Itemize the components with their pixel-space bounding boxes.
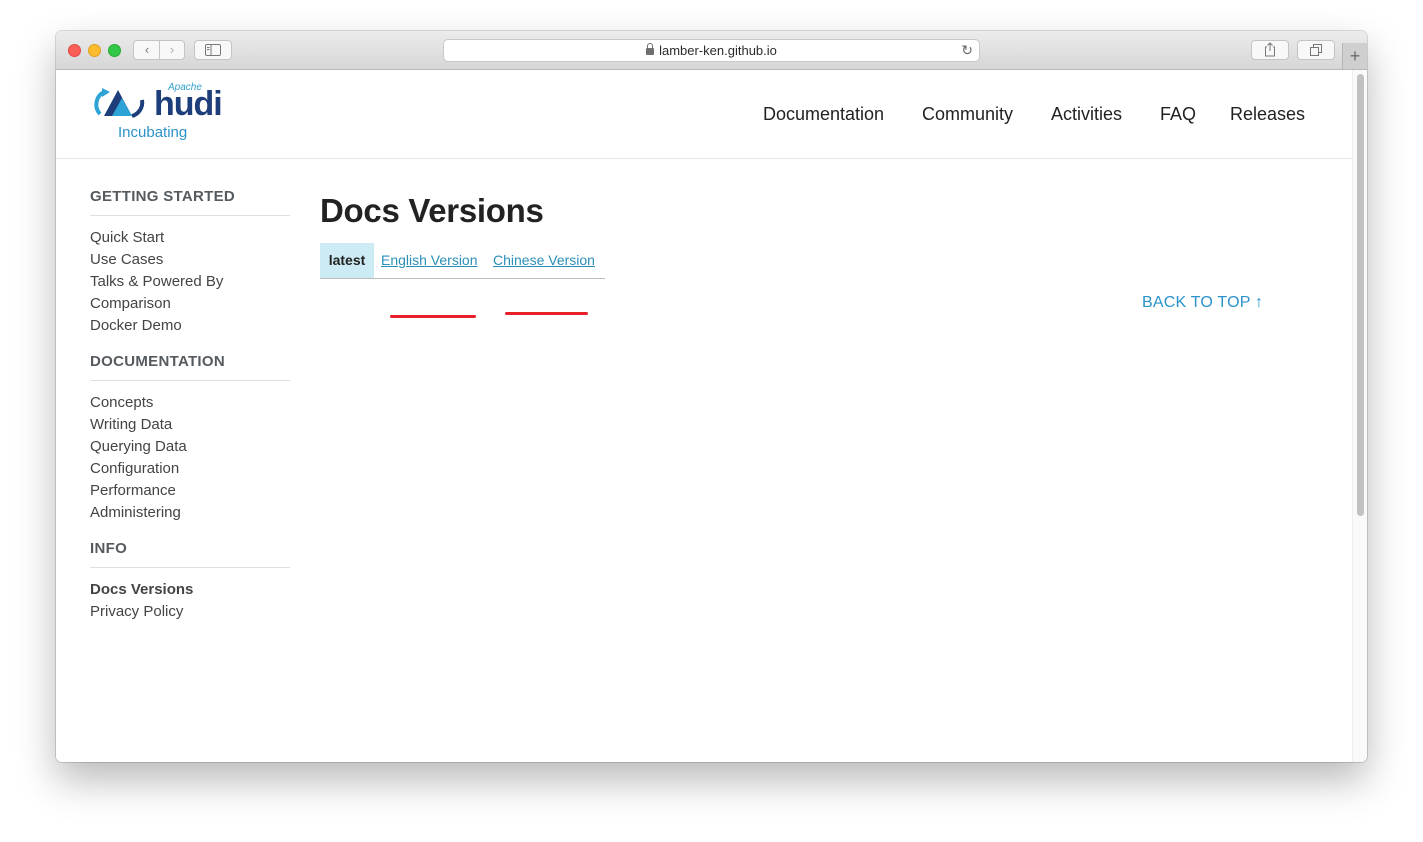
close-window-button[interactable]	[68, 44, 81, 57]
sidebar-list: Docs Versions Privacy Policy	[90, 581, 290, 625]
new-tab-button[interactable]: +	[1342, 43, 1367, 69]
sidebar-item-docker-demo[interactable]: Docker Demo	[90, 317, 290, 339]
chinese-version-link[interactable]: Chinese Version	[493, 243, 595, 278]
sidebar-item-administering[interactable]: Administering	[90, 504, 290, 526]
sidebar-item-comparison[interactable]: Comparison	[90, 295, 290, 317]
sidebar-item-performance[interactable]: Performance	[90, 482, 290, 504]
sidebar-section-info: INFO Docs Versions Privacy Policy	[90, 540, 290, 625]
sidebar-section-title: INFO	[90, 540, 290, 568]
share-button[interactable]	[1251, 40, 1289, 60]
nav-activities[interactable]: Activities	[1051, 104, 1122, 125]
sidebar-item-privacy-policy[interactable]: Privacy Policy	[90, 603, 290, 625]
version-label-cell: latest	[320, 243, 374, 278]
sidebar-item-querying-data[interactable]: Querying Data	[90, 438, 290, 460]
english-version-link[interactable]: English Version	[381, 243, 478, 278]
logo-hudi-text: hudi	[154, 85, 223, 123]
zoom-window-button[interactable]	[108, 44, 121, 57]
sidebar-toggle-button[interactable]	[194, 40, 232, 60]
sidebar-section-documentation: DOCUMENTATION Concepts Writing Data Quer…	[90, 353, 290, 526]
tabs-icon	[1310, 44, 1322, 56]
share-icon	[1265, 42, 1275, 57]
address-bar[interactable]: lamber-ken.github.io ↻	[443, 39, 980, 62]
sidebar-item-writing-data[interactable]: Writing Data	[90, 416, 290, 438]
sidebar-section-title: GETTING STARTED	[90, 188, 290, 216]
sidebar-list: Concepts Writing Data Querying Data Conf…	[90, 394, 290, 526]
sidebar-section-getting-started: GETTING STARTED Quick Start Use Cases Ta…	[90, 188, 290, 339]
annotation-underline-chinese	[505, 312, 588, 315]
sidebar-item-use-cases[interactable]: Use Cases	[90, 251, 290, 273]
back-to-top-link[interactable]: BACK TO TOP ↑	[1142, 294, 1263, 312]
url-text: lamber-ken.github.io	[659, 43, 777, 58]
sidebar-list: Quick Start Use Cases Talks & Powered By…	[90, 229, 290, 339]
site-header: Apache hudi Incubating Documentation Com…	[56, 70, 1353, 159]
page-content: Apache hudi Incubating Documentation Com…	[56, 70, 1353, 762]
sidebar-item-configuration[interactable]: Configuration	[90, 460, 290, 482]
nav-community[interactable]: Community	[922, 104, 1013, 125]
forward-icon[interactable]: ›	[166, 41, 178, 59]
hudi-logo-icon	[94, 88, 145, 118]
page-title: Docs Versions	[320, 192, 544, 229]
sidebar-item-talks-powered-by[interactable]: Talks & Powered By	[90, 273, 290, 295]
sidebar-item-docs-versions[interactable]: Docs Versions	[90, 581, 290, 603]
scrollbar-thumb[interactable]	[1357, 74, 1364, 516]
hudi-logo[interactable]: Apache hudi Incubating	[92, 82, 232, 146]
annotation-underline-english	[390, 315, 476, 318]
minimize-window-button[interactable]	[88, 44, 101, 57]
browser-window: ‹ › lamber-ken.github.io ↻ + Apache hudi…	[56, 31, 1367, 762]
back-icon[interactable]: ‹	[141, 41, 153, 59]
nav-releases[interactable]: Releases	[1230, 104, 1305, 125]
nav-documentation[interactable]: Documentation	[763, 104, 884, 125]
versions-table: latest English Version Chinese Version	[320, 243, 605, 279]
sidebar-icon	[205, 44, 221, 56]
nav-faq[interactable]: FAQ	[1160, 104, 1196, 125]
page-scrollbar[interactable]	[1352, 70, 1367, 762]
tabs-overview-button[interactable]	[1297, 40, 1335, 60]
logo-incubating-text: Incubating	[118, 124, 188, 141]
browser-titlebar: ‹ › lamber-ken.github.io ↻ +	[56, 31, 1367, 70]
sidebar-section-title: DOCUMENTATION	[90, 353, 290, 381]
sidebar-item-quick-start[interactable]: Quick Start	[90, 229, 290, 251]
docs-sidebar: GETTING STARTED Quick Start Use Cases Ta…	[90, 188, 290, 625]
sidebar-item-concepts[interactable]: Concepts	[90, 394, 290, 416]
lock-icon	[646, 43, 655, 55]
history-nav-group: ‹ ›	[133, 40, 185, 60]
reload-icon[interactable]: ↻	[961, 40, 973, 61]
